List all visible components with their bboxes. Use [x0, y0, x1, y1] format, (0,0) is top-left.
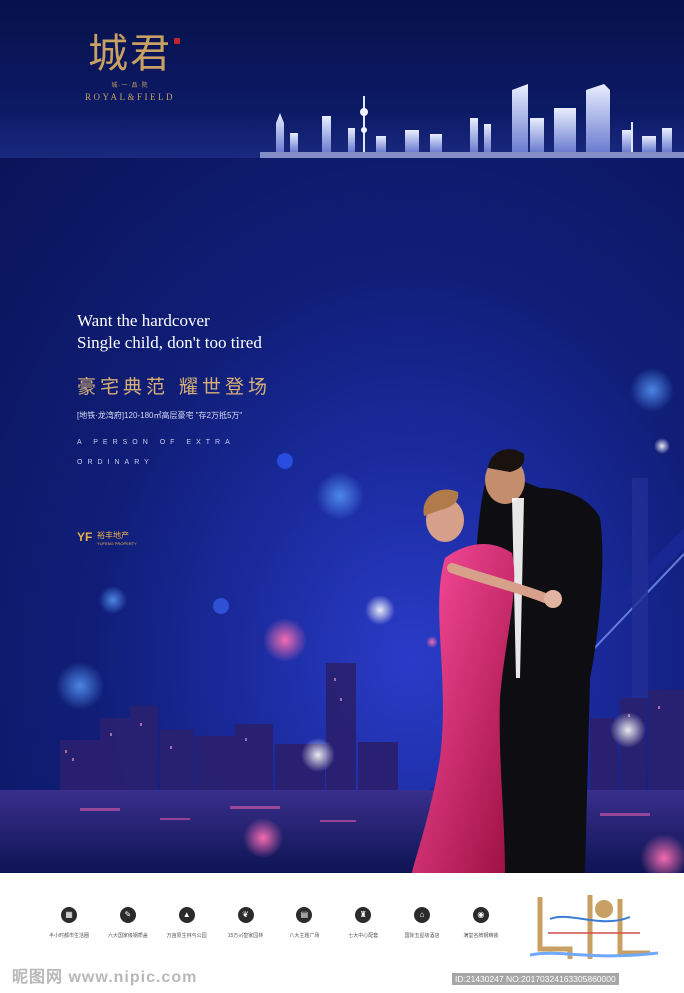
developer-name: 裕丰地产	[97, 531, 129, 540]
project-subline: [地铁·龙湾府]120-180㎡高层豪宅 "存2万抵5万"	[77, 411, 243, 420]
feature-label: 七大中心配套	[348, 933, 379, 939]
tagline-line-1: A PERSON OF EXTRA	[77, 439, 235, 446]
feature-item: ❦ 15万㎡皇家园林	[217, 907, 275, 957]
feature-item: ▦ 半小时都市生活圈	[40, 907, 98, 957]
bell-icon: ♜	[355, 907, 372, 923]
plaza-icon: ▤	[296, 907, 313, 923]
feature-label: 八大主题广场	[289, 933, 320, 939]
feature-label: 满堂名牌钢精装	[463, 933, 499, 939]
dancers-figure	[412, 449, 603, 873]
poster: 城君 城·一·品·院 ROYAL&FIELD Want the hardcove…	[0, 0, 684, 993]
feature-item: ▤ 八大主题广场	[275, 907, 333, 957]
watermark-site: 昵图网 www.nipic.com	[12, 969, 198, 986]
feature-label: 万亩原生林与公园	[166, 933, 207, 939]
feature-item: ♜ 七大中心配套	[334, 907, 392, 957]
headline-line-1: Want the hardcover	[77, 311, 210, 330]
feature-item: ◉ 满堂名牌钢精装	[452, 907, 510, 957]
developer-sub: YUFENG PROPERTY	[97, 541, 137, 546]
brand-logo-small: 城·一·品·院	[111, 83, 149, 89]
brand-icon: ◉	[472, 907, 489, 923]
feature-list: ▦ 半小时都市生活圈 ✎ 六大国家级钢质盖 ▲ 万亩原生林与公园 ❦ 15万㎡皇…	[40, 907, 510, 957]
feature-item: ⌂ 国际五星级酒店	[393, 907, 451, 957]
brand-logo: 城君 城·一·品·院 ROYAL&FIELD	[70, 30, 190, 102]
feature-label: 15万㎡皇家园林	[227, 933, 264, 939]
headline-line-2: Single child, don't too tired	[77, 333, 262, 352]
park-icon: ▲	[178, 907, 195, 923]
brand-logo-cn: 城君	[88, 31, 172, 77]
feature-item: ✎ 六大国家级钢质盖	[99, 907, 157, 957]
developer-logo: YF 裕丰地产 YUFENG PROPERTY	[77, 528, 167, 550]
feature-label: 六大国家级钢质盖	[107, 933, 148, 939]
hero-scene-illustration	[0, 368, 684, 873]
chinese-slogan: 豪宅典范 耀世登场	[77, 376, 272, 398]
building-icon: ▦	[61, 907, 77, 923]
school-icon: ✎	[119, 907, 136, 923]
hero-section: Want the hardcover Single child, don't t…	[0, 158, 684, 873]
feature-bar: ▦ 半小时都市生活圈 ✎ 六大国家级钢质盖 ▲ 万亩原生林与公园 ❦ 15万㎡皇…	[0, 873, 684, 993]
header-band: 城君 城·一·品·院 ROYAL&FIELD	[0, 0, 684, 160]
watermark-id: ID:21430247 NO:20170324163305860000	[452, 973, 619, 985]
location-map-icon	[530, 889, 658, 965]
developer-mark: YF	[77, 530, 93, 544]
hotel-icon: ⌂	[414, 907, 431, 923]
brand-logo-en: ROYAL&FIELD	[85, 92, 175, 102]
logo-seal-icon	[174, 38, 180, 44]
garden-icon: ❦	[237, 907, 254, 923]
feature-label: 国际五星级酒店	[404, 933, 440, 939]
feature-item: ▲ 万亩原生林与公园	[158, 907, 216, 957]
top-skyline-illustration	[260, 84, 684, 160]
tagline-line-2: ORDINARY	[77, 459, 154, 466]
feature-label: 半小时都市生活圈	[48, 933, 89, 939]
headline: Want the hardcover Single child, don't t…	[77, 310, 262, 354]
